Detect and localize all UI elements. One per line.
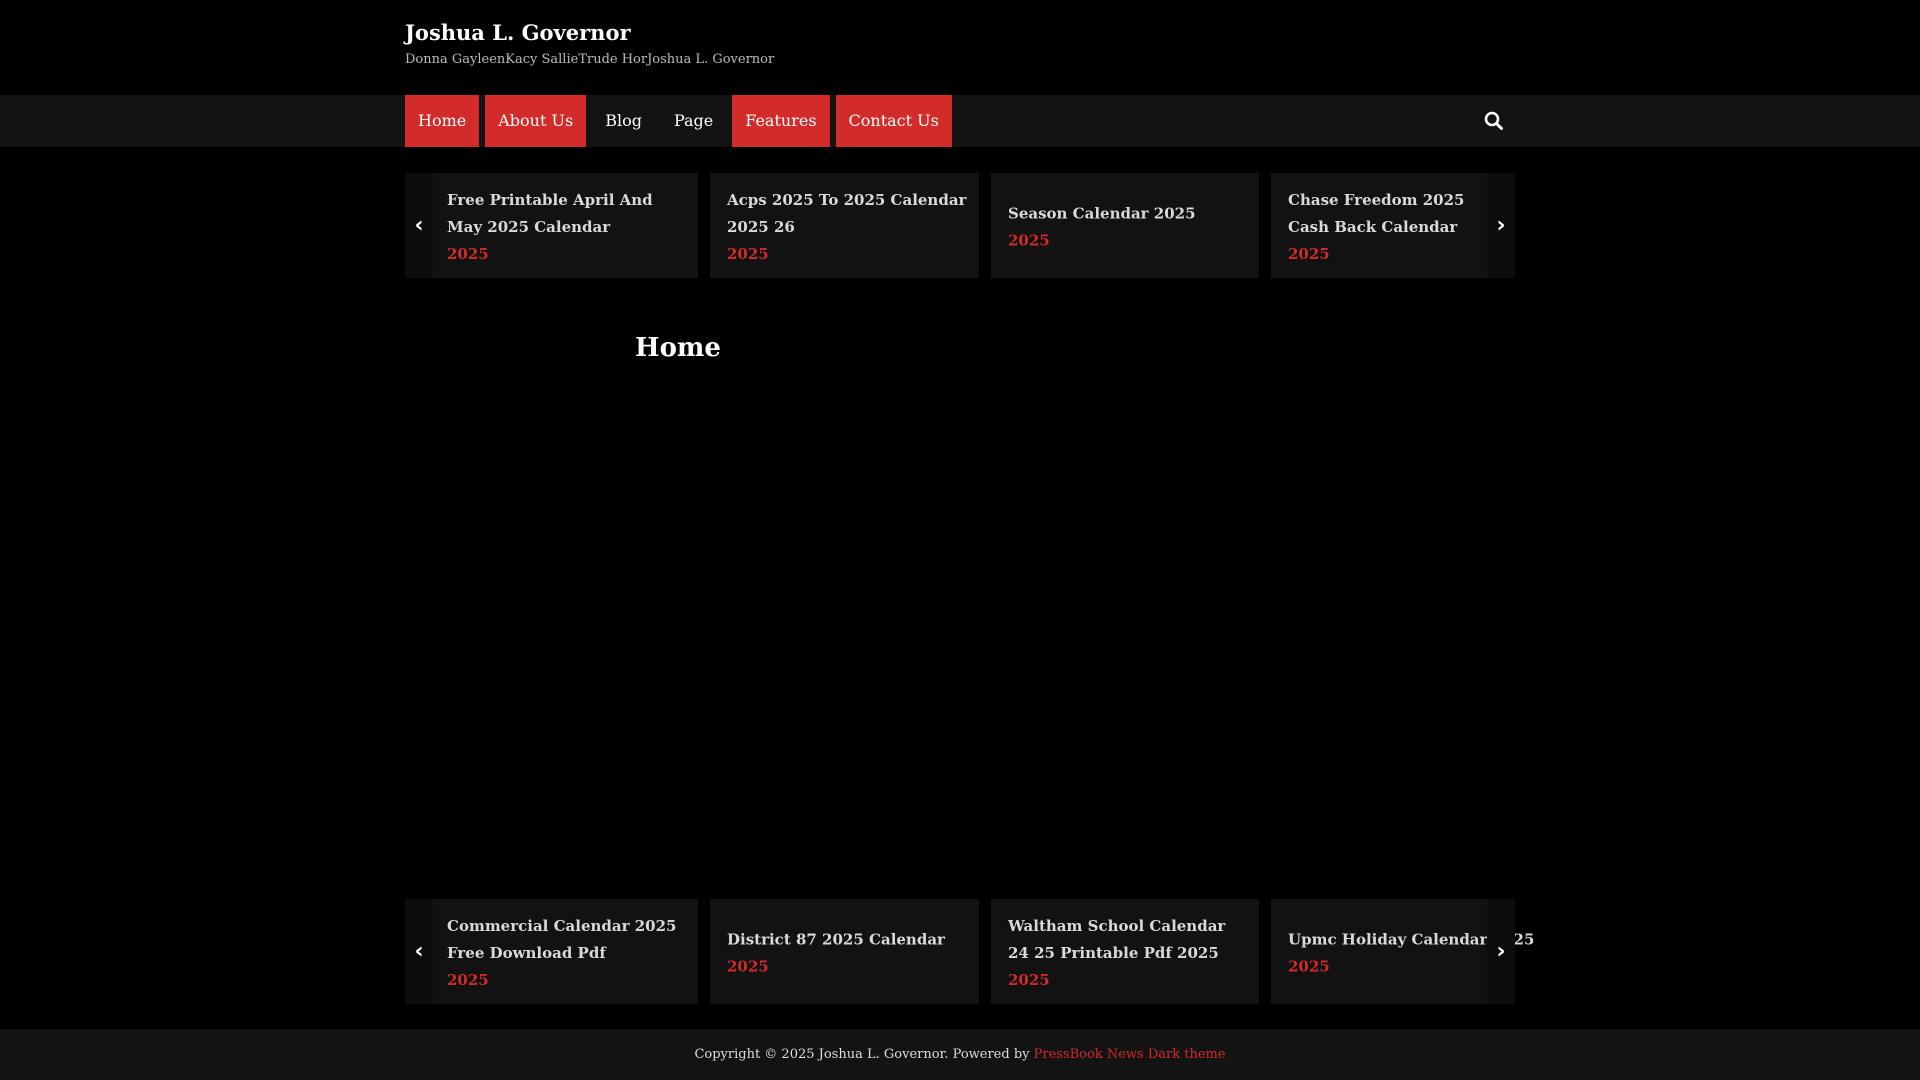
chevron-right-icon[interactable]: ›	[1487, 173, 1515, 278]
ticker-card-date[interactable]: 2025	[447, 243, 686, 265]
ticker-card-date[interactable]: 2025	[447, 969, 686, 991]
nav-item-blog[interactable]: Blog	[592, 95, 655, 147]
ticker-card-title[interactable]: Acps 2025 To 2025 Calendar 2025 26	[727, 187, 967, 241]
ticker-card-title[interactable]: Commercial Calendar 2025 Free Download P…	[447, 913, 686, 967]
nav-item-contact-us[interactable]: Contact Us	[835, 95, 952, 147]
site-footer: Copyright © 2025 Joshua L. Governor. Pow…	[0, 1029, 1920, 1080]
ticker-top: Free Printable April And May 2025 Calend…	[405, 173, 1515, 278]
ticker-card[interactable]: Chase Freedom 2025 Cash Back Calendar 20…	[1271, 173, 1515, 278]
ticker-card-date[interactable]: 2025	[727, 955, 967, 977]
ticker-card[interactable]: Acps 2025 To 2025 Calendar 2025 26 2025	[710, 173, 979, 278]
ticker-card-title[interactable]: Free Printable April And May 2025 Calend…	[447, 187, 686, 241]
ticker-card[interactable]: Commercial Calendar 2025 Free Download P…	[405, 899, 698, 1004]
ticker-card-title[interactable]: Season Calendar 2025	[1008, 200, 1247, 227]
chevron-left-icon[interactable]: ‹	[405, 173, 433, 278]
ticker-card-date[interactable]: 2025	[1288, 955, 1515, 977]
footer-copyright: Copyright © 2025 Joshua L. Governor. Pow…	[694, 1047, 1034, 1062]
ticker-card-date[interactable]: 2025	[1008, 229, 1247, 251]
nav-item-page[interactable]: Page	[661, 95, 726, 147]
ticker-card-title[interactable]: Upmc Holiday Calendar 2025	[1288, 926, 1534, 953]
ticker-card-title[interactable]: District 87 2025 Calendar	[727, 926, 967, 953]
ticker-card-date[interactable]: 2025	[1288, 243, 1487, 265]
ticker-card-date[interactable]: 2025	[727, 243, 967, 265]
search-icon[interactable]	[1482, 109, 1506, 133]
ticker-card[interactable]: Season Calendar 2025 2025	[991, 173, 1259, 278]
ticker-card[interactable]: Waltham School Calendar 24 25 Printable …	[991, 899, 1259, 1004]
nav-item-home[interactable]: Home	[405, 95, 480, 147]
ticker-card-title[interactable]: Chase Freedom 2025 Cash Back Calendar	[1288, 187, 1487, 241]
ticker-card-title[interactable]: Waltham School Calendar 24 25 Printable …	[1008, 913, 1247, 967]
chevron-left-icon[interactable]: ‹	[405, 899, 433, 1004]
ticker-card[interactable]: Upmc Holiday Calendar 2025 2025	[1271, 899, 1534, 1004]
page-title: Home	[635, 333, 721, 363]
ticker-card[interactable]: Free Printable April And May 2025 Calend…	[405, 173, 698, 278]
nav-item-features[interactable]: Features	[732, 95, 830, 147]
footer-theme-link[interactable]: PressBook News Dark theme	[1034, 1047, 1226, 1062]
ticker-bottom: Commercial Calendar 2025 Free Download P…	[405, 899, 1534, 1004]
chevron-right-icon[interactable]: ›	[1487, 899, 1515, 1004]
ticker-card[interactable]: District 87 2025 Calendar 2025	[710, 899, 979, 1004]
ticker-card-date[interactable]: 2025	[1008, 969, 1247, 991]
site-title[interactable]: Joshua L. Governor	[405, 20, 631, 45]
main-navigation: Home About Us Blog Page Features Contact…	[0, 95, 1920, 147]
site-tagline: Donna GayleenKacy SallieTrude HorJoshua …	[405, 52, 775, 67]
nav-item-about-us[interactable]: About Us	[485, 95, 587, 147]
site-header: Joshua L. Governor Donna GayleenKacy Sal…	[0, 0, 1920, 95]
